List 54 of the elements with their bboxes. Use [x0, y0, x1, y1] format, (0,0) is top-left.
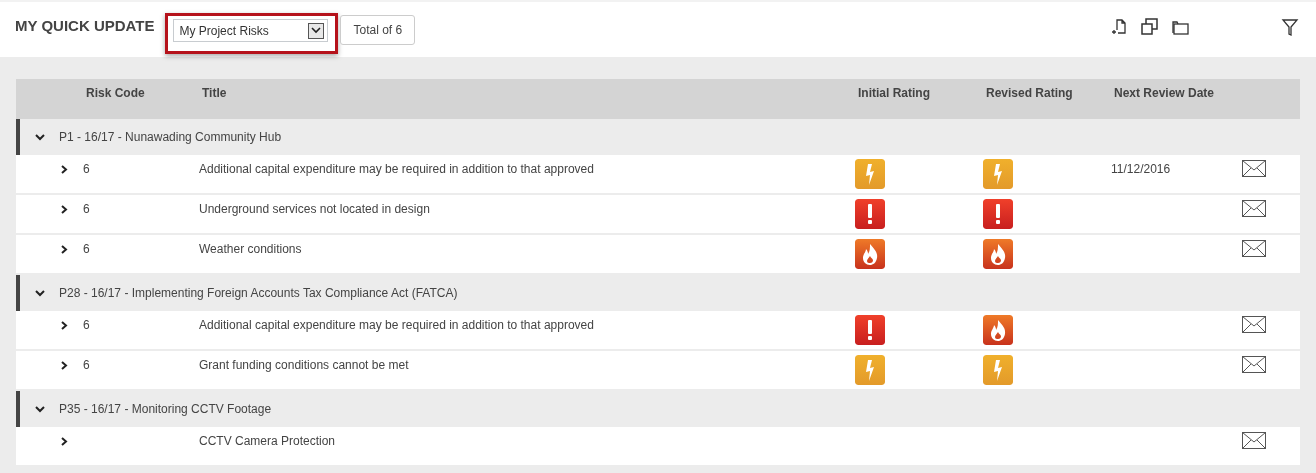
expand-icon[interactable] — [60, 437, 69, 446]
risk-row[interactable]: 6 Additional capital expenditure may be required in addition to that approved 11/12/2016 — [16, 155, 1300, 195]
lightning-rating-icon — [983, 159, 1013, 189]
fire-rating-icon — [983, 315, 1013, 345]
group-title: P28 - 16/17 - Implementing Foreign Accounts Tax Compliance Act (FATCA) — [59, 286, 458, 300]
lightning-rating-icon — [855, 355, 885, 385]
page-title: MY QUICK UPDATE — [15, 17, 155, 34]
column-header: Initial Rating — [858, 86, 931, 100]
risk-code: 6 — [83, 358, 91, 372]
lightning-rating-icon — [983, 355, 1013, 385]
risk-title: Grant funding conditions cannot be met — [199, 358, 410, 372]
view-select[interactable]: My Project Risks — [173, 19, 329, 42]
risk-title: Additional capital expenditure may be required in addition to that approved — [199, 162, 595, 176]
column-header: Next Review Date — [1114, 86, 1216, 100]
copy-icon[interactable] — [1140, 17, 1160, 37]
column-header: Revised Rating — [986, 86, 1074, 100]
expand-icon[interactable] — [60, 361, 69, 370]
mail-icon[interactable] — [1242, 356, 1266, 373]
mail-icon[interactable] — [1242, 316, 1266, 333]
exclamation-rating-icon — [855, 199, 885, 229]
fire-rating-icon — [855, 239, 885, 269]
risk-code: 6 — [83, 242, 91, 256]
expand-icon[interactable] — [60, 321, 69, 330]
group-title: P1 - 16/17 - Nunawading Community Hub — [59, 130, 282, 144]
exclamation-rating-icon — [983, 199, 1013, 229]
expand-icon[interactable] — [60, 205, 69, 214]
group-title: P35 - 16/17 - Monitoring CCTV Footage — [59, 402, 272, 416]
filter-icon[interactable] — [1280, 17, 1300, 37]
risk-title: CCTV Camera Protection — [199, 434, 337, 448]
expand-icon[interactable] — [60, 165, 69, 174]
risk-code: 6 — [83, 202, 91, 216]
risk-title: Additional capital expenditure may be required in addition to that approved — [199, 318, 595, 332]
mail-icon[interactable] — [1242, 432, 1266, 449]
fire-rating-icon — [983, 239, 1013, 269]
mail-icon[interactable] — [1242, 200, 1266, 217]
risk-title: Underground services not located in design — [199, 202, 431, 216]
risk-code: 6 — [83, 162, 91, 176]
expand-icon[interactable] — [60, 245, 69, 254]
risk-row[interactable]: 6 Grant funding conditions cannot be met — [16, 351, 1300, 391]
risk-code: 6 — [83, 318, 91, 332]
risk-row[interactable]: 6 Additional capital expenditure may be required in addition to that approved — [16, 311, 1300, 351]
caret-icon — [308, 22, 325, 39]
risk-row[interactable]: CCTV Camera Protection — [16, 427, 1300, 467]
risk-row[interactable]: 6 Weather conditions — [16, 235, 1300, 275]
risk-row[interactable]: 6 Underground services not located in design — [16, 195, 1300, 235]
lightning-rating-icon — [855, 159, 885, 189]
mail-icon[interactable] — [1242, 160, 1266, 177]
risk-title: Weather conditions — [199, 242, 303, 256]
column-header: Title — [202, 86, 228, 100]
total-button[interactable]: Total of 6 — [340, 15, 416, 45]
exclamation-rating-icon — [855, 315, 885, 345]
review-date: 11/12/2016 — [1111, 162, 1172, 176]
mail-icon[interactable] — [1242, 240, 1266, 257]
column-header: Risk Code — [86, 86, 146, 100]
